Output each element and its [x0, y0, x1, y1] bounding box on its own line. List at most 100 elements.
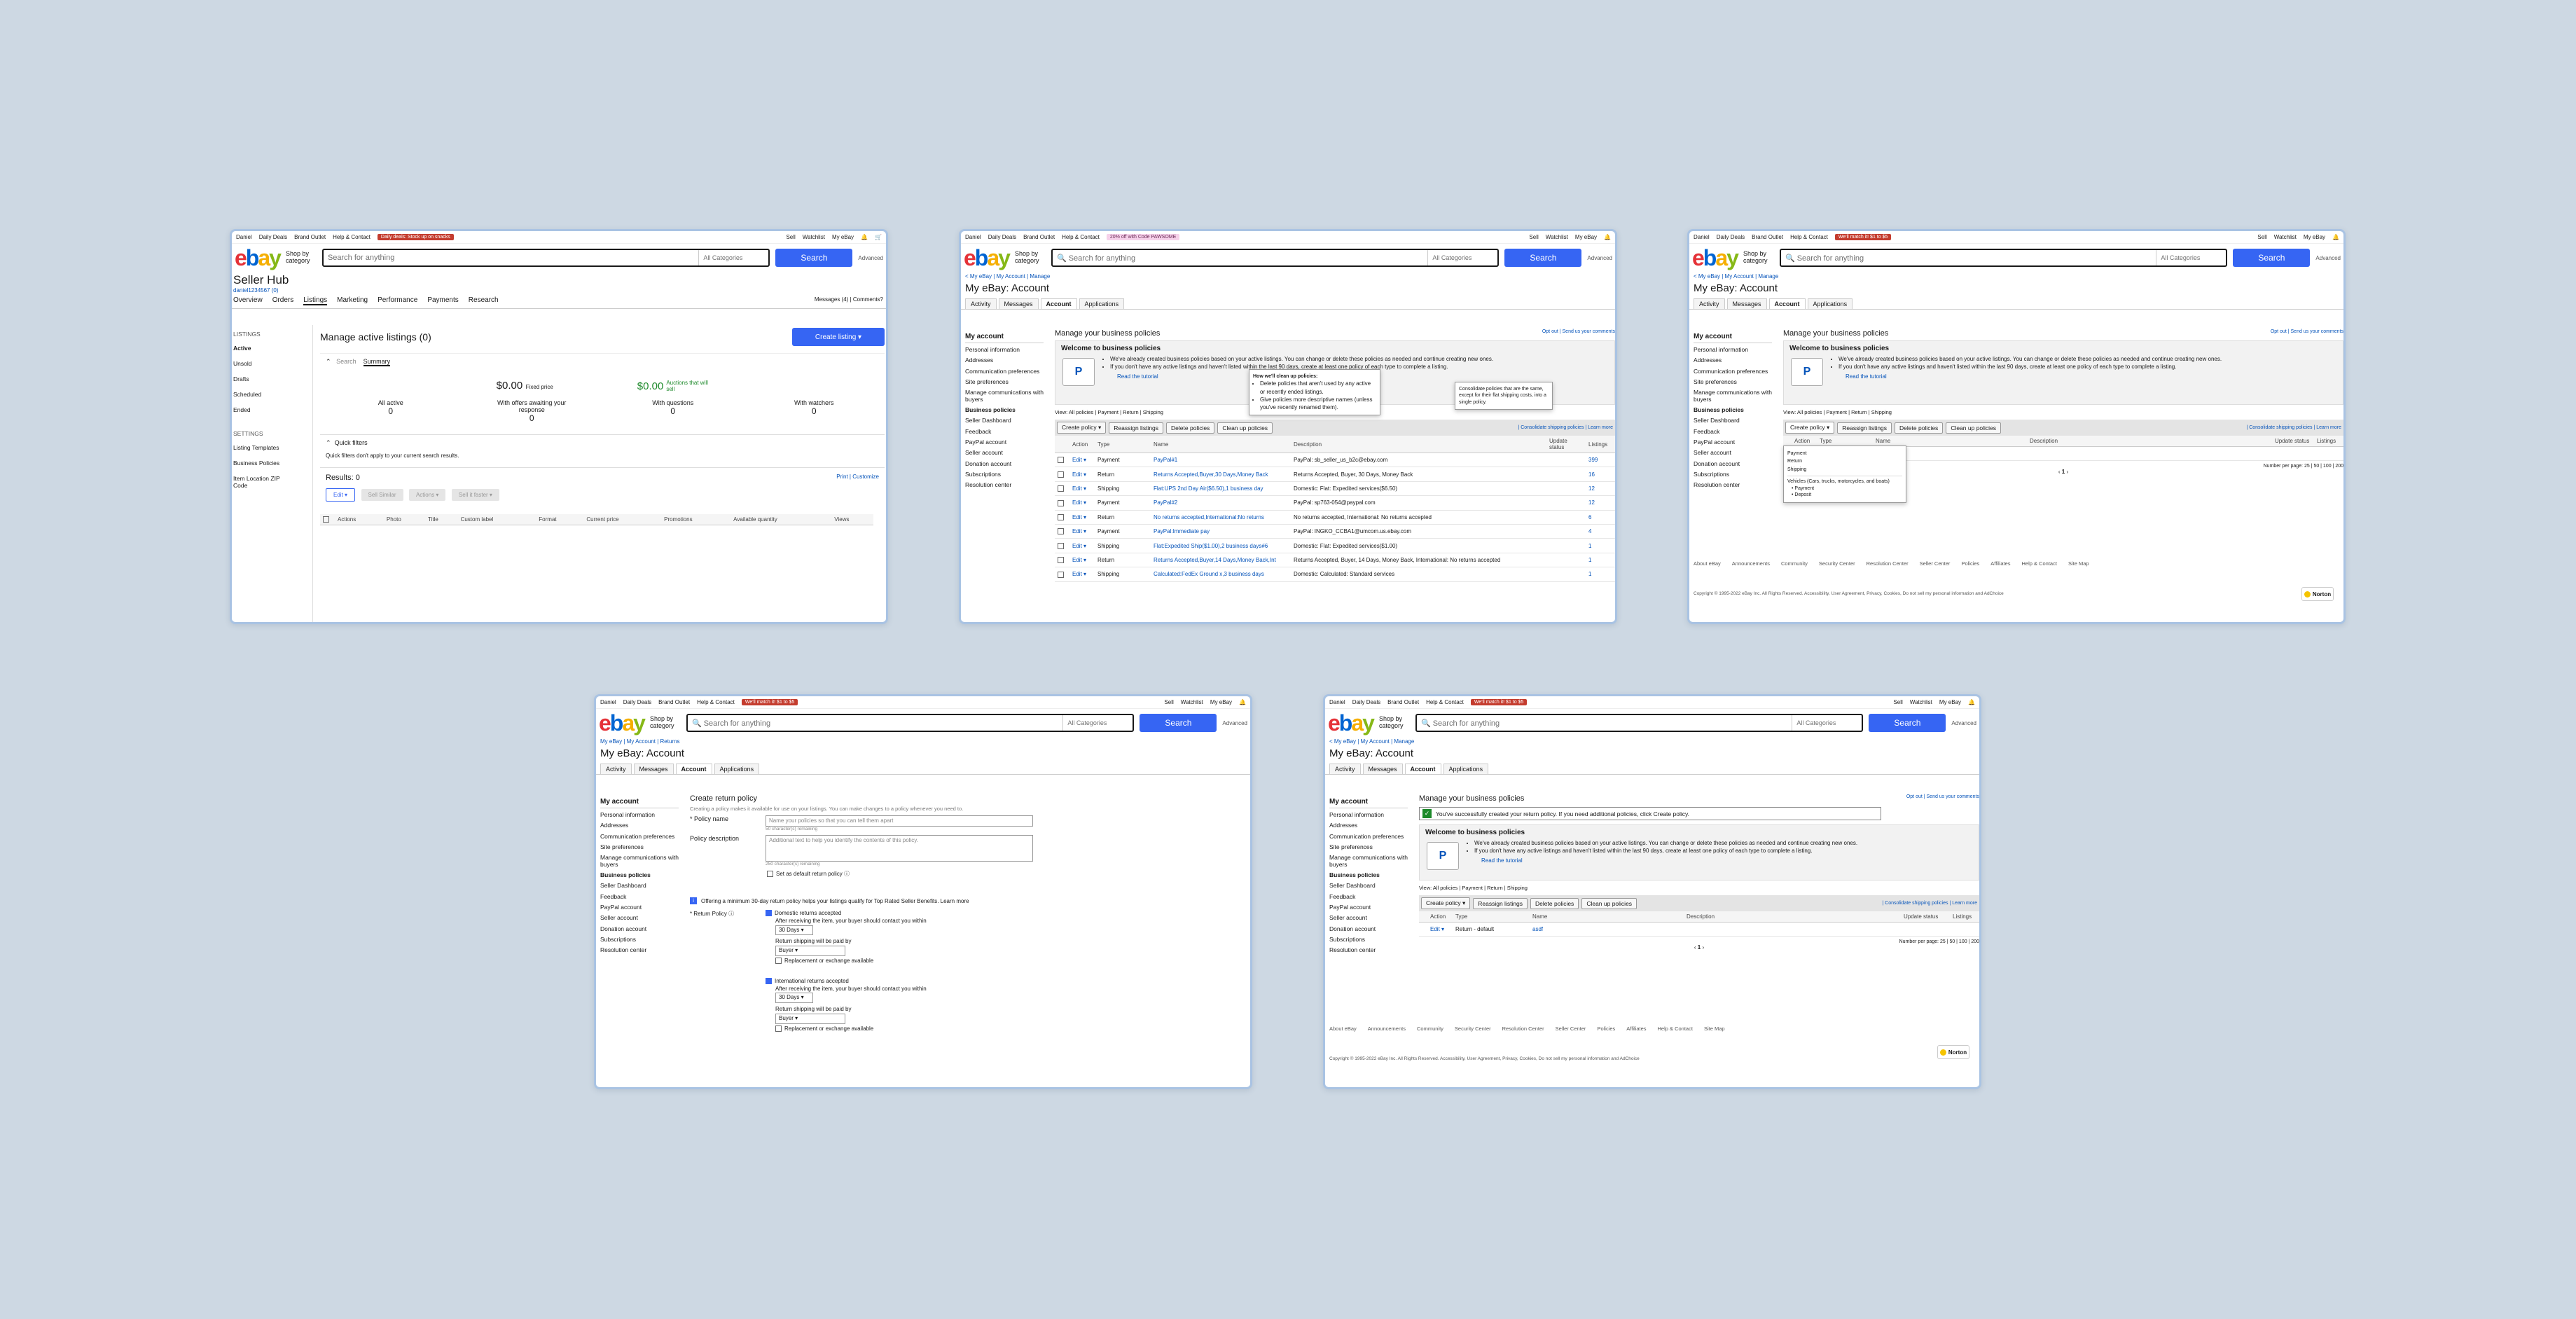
consolidate-link[interactable]: | Consolidate shipping policies | Learn …	[1882, 901, 1977, 906]
footer-link[interactable]: Resolution Center	[1867, 560, 1909, 567]
listing-count[interactable]: 6	[1586, 510, 1615, 525]
bell-icon[interactable]: 🔔	[861, 234, 868, 240]
my-ebay-link[interactable]: My eBay	[1575, 234, 1597, 240]
col-type[interactable]: Type	[1095, 436, 1151, 453]
search-button[interactable]: Search	[1140, 714, 1217, 732]
sidebar-item[interactable]: Feedback	[965, 427, 1044, 437]
sidebar-item[interactable]: Donation account	[1329, 924, 1408, 934]
watchlist-link[interactable]: Watchlist	[1546, 234, 1568, 240]
row-checkbox[interactable]	[1058, 557, 1064, 564]
sidebar-item[interactable]: Addresses	[1329, 820, 1408, 831]
create-listing-button[interactable]: Create listing ▾	[792, 328, 885, 346]
col-title[interactable]: Title	[424, 514, 458, 526]
edit-action[interactable]: Edit ▾	[1427, 922, 1453, 937]
stat-all-active[interactable]: All active 0	[349, 399, 433, 423]
cart-icon[interactable]: 🛒	[875, 234, 882, 240]
footer-link[interactable]: Resolution Center	[1502, 1025, 1544, 1032]
footer-link[interactable]: Site Map	[1704, 1025, 1725, 1032]
col-format[interactable]: Format	[536, 514, 584, 526]
col-current-price[interactable]: Current price	[583, 514, 662, 526]
sidebar-item[interactable]: PayPal account	[965, 437, 1044, 448]
col-description[interactable]: Description	[1684, 911, 1901, 923]
sidebar-item[interactable]: Seller Dashboard	[1694, 415, 1772, 426]
my-ebay-link[interactable]: My eBay	[1939, 699, 1961, 705]
col-update-status[interactable]: Update status	[2272, 436, 2314, 447]
nav-payments[interactable]: Payments	[427, 296, 458, 305]
policy-name-link[interactable]: PayPal#2	[1151, 495, 1291, 511]
sidebar-item[interactable]: Manage communications with buyers	[1329, 852, 1408, 870]
col-update-status[interactable]: Update status	[1901, 911, 1950, 923]
clean-up-button[interactable]: Clean up policies	[1581, 897, 1637, 909]
norton-badge[interactable]: Norton	[2301, 587, 2334, 601]
sidebar-item[interactable]: Donation account	[600, 924, 679, 934]
select-all-checkbox[interactable]	[323, 516, 329, 523]
sidebar-item[interactable]: Communication preferences	[1694, 366, 1772, 377]
watchlist-link[interactable]: Watchlist	[2274, 234, 2297, 240]
promo-banner[interactable]: We'll match it! $1 to $5	[1834, 234, 1892, 240]
sell-link[interactable]: Sell	[1164, 699, 1173, 705]
edit-action[interactable]: Edit ▾	[1069, 453, 1095, 468]
help-link[interactable]: Help & Contact	[1426, 699, 1464, 705]
col-action[interactable]: Action	[1069, 436, 1095, 453]
col-name[interactable]: Name	[1151, 436, 1291, 453]
sidebar-item[interactable]: Addresses	[965, 355, 1044, 366]
tab-account[interactable]: Account	[1768, 298, 1806, 309]
sell-faster-button[interactable]: Sell it faster ▾	[451, 489, 499, 501]
sidebar-item[interactable]: Resolution center	[600, 945, 679, 955]
promo-banner[interactable]: 20% off with Code PAWSOME	[1106, 234, 1180, 240]
intl-paid-by-select[interactable]: Buyer ▾	[775, 1013, 845, 1024]
sidebar-item[interactable]: Personal information	[1694, 345, 1772, 355]
edit-action[interactable]: Edit ▾	[1069, 553, 1095, 568]
reassign-listings-button[interactable]: Reassign listings	[1473, 897, 1528, 909]
shop-by-category[interactable]: Shop by category	[650, 715, 681, 730]
row-checkbox[interactable]	[1058, 471, 1064, 478]
domestic-paid-by-select[interactable]: Buyer ▾	[775, 946, 845, 956]
edit-button[interactable]: Edit ▾	[326, 488, 356, 502]
category-select[interactable]: All Categories	[1792, 715, 1862, 731]
policy-name-link[interactable]: Flat:Expedited Ship($1.00),2 business da…	[1151, 538, 1291, 553]
tab-activity[interactable]: Activity	[600, 764, 632, 774]
tab-applications[interactable]: Applications	[1079, 298, 1125, 309]
category-select[interactable]: All Categories	[1062, 715, 1133, 731]
sidebar-item[interactable]: Resolution center	[965, 480, 1044, 490]
user-greeting[interactable]: Daniel	[1694, 234, 1710, 240]
sidebar-item[interactable]: Communication preferences	[965, 366, 1044, 377]
tab-summary[interactable]: Summary	[363, 358, 391, 366]
daily-deals-link[interactable]: Daily Deals	[1352, 699, 1380, 705]
daily-deals-link[interactable]: Daily Deals	[988, 234, 1016, 240]
sell-link[interactable]: Sell	[1893, 699, 1902, 705]
row-checkbox[interactable]	[1058, 542, 1064, 549]
per-page[interactable]: Number per page: 25 | 50 | 100 | 200	[1419, 939, 1979, 944]
search-box[interactable]: 🔍 Search for anything All Categories	[1779, 249, 2228, 267]
search-input[interactable]: 🔍 Search for anything	[1053, 254, 1427, 263]
actions-button[interactable]: Actions ▾	[408, 489, 446, 501]
tab-account[interactable]: Account	[675, 764, 712, 774]
footer-link[interactable]: Announcements	[1732, 560, 1770, 567]
bell-icon[interactable]: 🔔	[1604, 234, 1611, 240]
my-ebay-link[interactable]: My eBay	[832, 234, 854, 240]
category-select[interactable]: All Categories	[698, 250, 768, 265]
sidebar-ended[interactable]: Ended	[233, 402, 311, 417]
listing-count[interactable]: 4	[1586, 524, 1615, 539]
fixed-price-label[interactable]: Fixed price	[526, 384, 553, 390]
ebay-logo[interactable]: ebay	[235, 247, 282, 269]
opt-out-link[interactable]: Opt out | Send us your comments	[1906, 794, 1979, 803]
daily-deals-link[interactable]: Daily Deals	[623, 699, 651, 705]
user-greeting[interactable]: Daniel	[600, 699, 616, 705]
ebay-logo[interactable]: ebay	[1328, 712, 1375, 734]
nav-orders[interactable]: Orders	[272, 296, 294, 305]
search-box[interactable]: 🔍 Search for anything All Categories	[1051, 249, 1500, 267]
listing-count[interactable]: 1	[1586, 538, 1615, 553]
user-greeting[interactable]: Daniel	[236, 234, 252, 240]
policy-name-link[interactable]: PayPal#1	[1151, 453, 1291, 468]
sidebar-item-business-policies[interactable]: Business policies	[1329, 870, 1408, 881]
sidebar-item[interactable]: Subscriptions	[1694, 469, 1772, 480]
sidebar-item-business-policies[interactable]: Business policies	[600, 870, 679, 881]
tab-messages[interactable]: Messages	[633, 764, 674, 774]
collapse-icon[interactable]: ⌃	[326, 358, 331, 365]
row-checkbox[interactable]	[1058, 513, 1064, 520]
col-listings[interactable]: Listings	[1950, 911, 1979, 923]
help-link[interactable]: Help & Contact	[333, 234, 371, 240]
sell-link[interactable]: Sell	[1529, 234, 1538, 240]
row-checkbox[interactable]	[1058, 499, 1064, 506]
